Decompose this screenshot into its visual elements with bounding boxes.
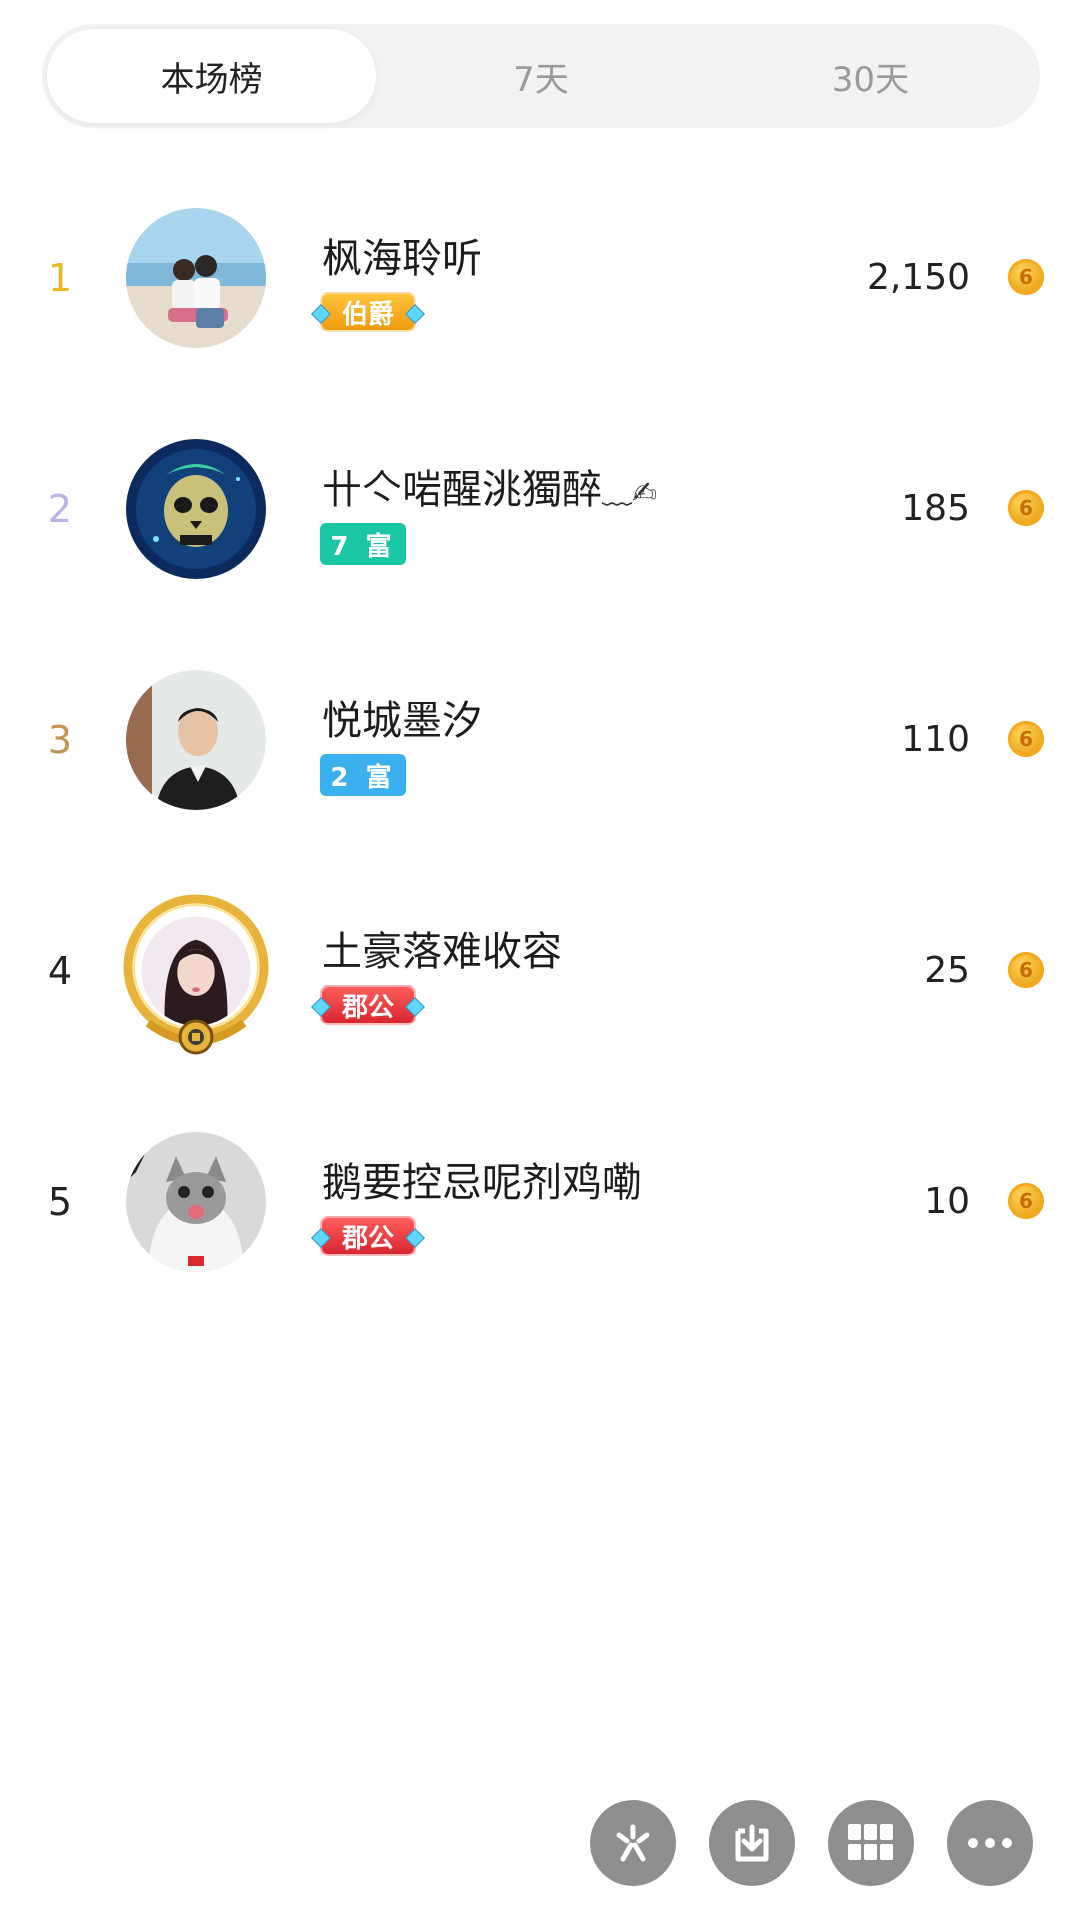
table-row[interactable]: 1 枫海聆听 伯爵 2,150 6 — [0, 162, 1080, 393]
gift-amount: 110 — [901, 719, 970, 760]
rank-number: 3 — [47, 717, 73, 762]
grid-button[interactable] — [828, 1800, 914, 1886]
couple-beach-avatar-icon — [126, 208, 266, 348]
grid-icon — [848, 1824, 893, 1860]
tab-this-session[interactable]: 本场榜 — [47, 29, 377, 123]
user-name-text: 卄亽啱醒洮獨醉 — [322, 467, 602, 513]
coin-icon: 6 — [1008, 952, 1044, 988]
cat-avatar-icon — [126, 1132, 266, 1272]
tab-30-days[interactable]: 30天 — [706, 29, 1035, 123]
rank-number: 1 — [47, 255, 73, 300]
rank-number: 5 — [47, 1179, 73, 1224]
sparkle-button[interactable] — [590, 1800, 676, 1886]
gift-amount: 10 — [924, 1181, 970, 1222]
table-row[interactable]: 5 鹅要控忌呢剂鸡嘞 郡公 10 6 — [0, 1086, 1080, 1317]
coin-icon: 6 — [1008, 259, 1044, 295]
wealth-level-badge: 2 富 — [320, 754, 406, 796]
download-icon — [735, 1824, 769, 1862]
user-name: 鹅要控忌呢剂鸡嘞 — [322, 1160, 642, 1206]
wealth-level-badge: 7 富 — [320, 523, 406, 565]
tab-7-days[interactable]: 7天 — [376, 29, 705, 123]
leaderboard-page: 本场榜 7天 30天 1 枫海聆听 伯爵 2,150 6 2 卄亽啱醒洮獨醉﹏✍… — [0, 0, 1080, 1920]
bottom-action-bar — [0, 1800, 1080, 1890]
noble-badge: 郡公 — [320, 1216, 416, 1256]
table-row[interactable]: 3 悦城墨汐 2 富 110 6 — [0, 624, 1080, 855]
period-tabs: 本场榜 7天 30天 — [42, 24, 1040, 128]
user-name: 土豪落难收容 — [322, 929, 562, 975]
skull-avatar-icon — [126, 439, 266, 579]
rank-number: 4 — [47, 948, 73, 993]
avatar[interactable] — [126, 670, 266, 810]
gift-amount: 185 — [901, 488, 970, 529]
more-button[interactable] — [947, 1800, 1033, 1886]
coin-icon: 6 — [1008, 721, 1044, 757]
avatar[interactable] — [126, 208, 266, 348]
ranking-list: 1 枫海聆听 伯爵 2,150 6 2 卄亽啱醒洮獨醉﹏✍ 7 富 185 6 … — [0, 162, 1080, 1317]
pen-writing-icon: ﹏✍ — [602, 476, 658, 511]
gift-amount: 2,150 — [866, 257, 970, 298]
avatar[interactable] — [126, 439, 266, 579]
noble-badge: 伯爵 — [320, 292, 416, 332]
avatar[interactable] — [126, 1132, 266, 1272]
sparkle-icon — [616, 1824, 650, 1862]
user-name: 悦城墨汐 — [322, 698, 482, 744]
table-row[interactable]: 4 土豪落难收容 郡公 25 6 — [0, 855, 1080, 1086]
noble-badge: 郡公 — [320, 985, 416, 1025]
rank-number: 2 — [47, 486, 73, 531]
user-name: 枫海聆听 — [322, 236, 482, 282]
user-name: 卄亽啱醒洮獨醉﹏✍ — [322, 457, 657, 515]
avatar[interactable] — [123, 894, 269, 1055]
coin-icon: 6 — [1008, 490, 1044, 526]
table-row[interactable]: 2 卄亽啱醒洮獨醉﹏✍ 7 富 185 6 — [0, 393, 1080, 624]
more-icon — [968, 1838, 1012, 1848]
coin-icon: 6 — [1008, 1183, 1044, 1219]
woman-portrait-avatar-icon — [141, 916, 251, 1026]
gift-amount: 25 — [924, 950, 970, 991]
man-portrait-avatar-icon — [126, 670, 266, 810]
download-button[interactable] — [709, 1800, 795, 1886]
